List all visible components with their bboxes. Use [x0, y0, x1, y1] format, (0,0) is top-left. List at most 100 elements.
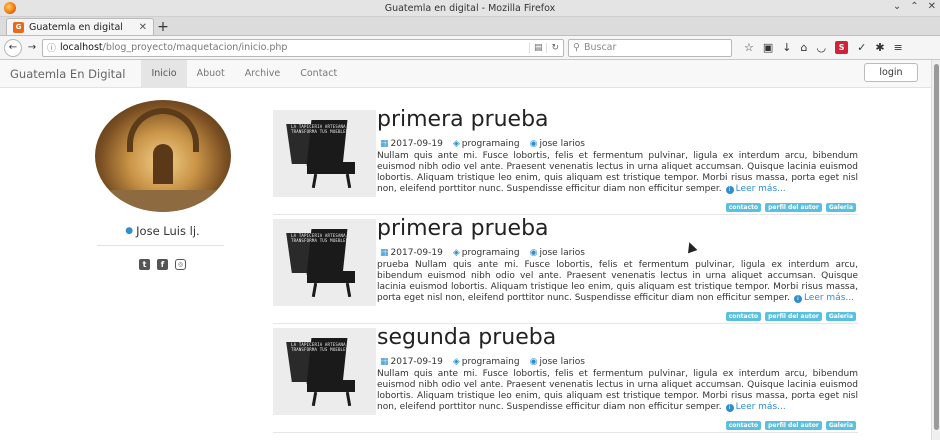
post-list: LA TAPICERIA ARTESANA QUE TRANSFORMA TUS…: [273, 107, 858, 437]
post-author[interactable]: jose larios: [539, 139, 585, 149]
user-circle-icon: ◉: [529, 357, 538, 367]
post-date: 2017-09-19: [390, 139, 443, 149]
nav-toolbar: ← → ⓘ localhost/blog_proyecto/maquetacio…: [0, 36, 940, 60]
menu-item-about[interactable]: Abuot: [187, 60, 235, 88]
tag-galeria[interactable]: Galeria: [825, 203, 856, 212]
post-title[interactable]: primera prueba: [377, 216, 549, 241]
calendar-icon: ▦: [380, 139, 389, 149]
site-brand[interactable]: Guatemla En Digital: [0, 67, 135, 81]
extension-s-icon[interactable]: S: [835, 41, 849, 54]
info-icon: i: [793, 295, 802, 303]
post-item: LA TAPICERIA ARTESANA QUE TRANSFORMA TUS…: [273, 107, 858, 219]
hamburger-menu-icon[interactable]: ≡: [894, 41, 903, 54]
profile-name-text: Jose Luis lj.: [136, 224, 200, 238]
browser-tab[interactable]: G Guatemla en digital ✕: [6, 18, 154, 35]
tag-galeria[interactable]: Galeria: [825, 312, 856, 321]
post-body: prueba Nullam quis ante mi. Fusce lobort…: [377, 260, 858, 303]
url-bar[interactable]: ⓘ localhost/blog_proyecto/maquetacion/in…: [42, 38, 564, 57]
post-separator: [273, 432, 858, 433]
pocket-icon[interactable]: ◡: [816, 41, 826, 54]
forward-button[interactable]: →: [26, 39, 38, 57]
read-more-link[interactable]: i Leer más...: [790, 293, 854, 303]
read-more-link[interactable]: i Leer más...: [722, 402, 786, 412]
download-icon[interactable]: ↓: [782, 41, 791, 54]
post-author[interactable]: jose larios: [539, 248, 585, 258]
info-icon: i: [725, 404, 734, 412]
thumbnail-text: LA TAPICERIA ARTESANA QUE TRANSFORMA TUS…: [291, 233, 357, 243]
page-viewport: Guatemla En Digital Inicio Abuot Archive…: [0, 60, 940, 440]
post-date: 2017-09-19: [390, 248, 443, 258]
post-date: 2017-09-19: [390, 357, 443, 367]
home-icon[interactable]: ⌂: [801, 41, 808, 54]
site-menu: Inicio Abuot Archive Contact: [141, 60, 347, 88]
post-tags: contacto perfil del autor Galeria: [725, 312, 856, 321]
url-path: /blog_proyecto/maquetacion/inicio.php: [102, 42, 288, 53]
facebook-icon[interactable]: f: [157, 259, 168, 270]
search-icon: ⚲: [573, 42, 580, 53]
social-links: t f ◎: [139, 259, 186, 270]
calendar-icon: ▦: [380, 357, 389, 367]
menu-item-inicio[interactable]: Inicio: [141, 60, 187, 88]
reader-view-icon[interactable]: ▤: [528, 42, 542, 53]
post-category[interactable]: programaing: [462, 357, 520, 367]
arrow-left-icon: ←: [8, 42, 18, 53]
reload-icon[interactable]: ↻: [546, 42, 559, 53]
tag-galeria[interactable]: Galeria: [825, 421, 856, 430]
post-thumbnail[interactable]: LA TAPICERIA ARTESANA QUE TRANSFORMA TUS…: [273, 328, 376, 415]
thumbnail-text: LA TAPICERIA ARTESANA QUE TRANSFORMA TUS…: [291, 342, 357, 352]
post-body: Nullam quis ante mi. Fusce lobortis, fel…: [377, 151, 858, 194]
firefox-logo-icon: [4, 2, 16, 14]
menu-item-contact[interactable]: Contact: [290, 60, 347, 88]
user-circle-icon: ◉: [529, 139, 538, 149]
tag-perfil-autor[interactable]: perfil del autor: [765, 312, 822, 321]
tag-perfil-autor[interactable]: perfil del autor: [765, 421, 822, 430]
window-titlebar: Guatemla en digital - Mozilla Firefox ⌄ …: [0, 0, 940, 17]
extension-puzzle-icon[interactable]: ✱: [875, 41, 884, 54]
menu-item-archive[interactable]: Archive: [235, 60, 291, 88]
tag-contacto[interactable]: contacto: [725, 203, 762, 212]
tag-perfil-autor[interactable]: perfil del autor: [765, 203, 822, 212]
post-author[interactable]: jose larios: [539, 357, 585, 367]
tags-icon: ◈: [452, 139, 460, 149]
tag-contacto[interactable]: contacto: [725, 421, 762, 430]
back-button[interactable]: ←: [4, 38, 22, 57]
close-tab-icon[interactable]: ✕: [139, 22, 147, 33]
instagram-icon[interactable]: ◎: [175, 259, 186, 270]
post-meta: ▦ 2017-09-19 ◈ programaing ◉ jose larios: [380, 248, 585, 258]
scrollbar-thumb[interactable]: [934, 64, 939, 430]
user-circle-icon: ◉: [529, 248, 538, 258]
new-tab-button[interactable]: +: [154, 18, 172, 35]
post-item: LA TAPICERIA ARTESANA QUE TRANSFORMA TUS…: [273, 216, 858, 328]
search-input[interactable]: ⚲ Buscar: [568, 38, 732, 57]
read-more-link[interactable]: i Leer más...: [722, 184, 786, 194]
post-title[interactable]: segunda prueba: [377, 325, 556, 350]
post-item: LA TAPICERIA ARTESANA QUE TRANSFORMA TUS…: [273, 325, 858, 437]
post-excerpt: prueba Nullam quis ante mi. Fusce lobort…: [377, 260, 858, 304]
post-title[interactable]: primera prueba: [377, 107, 549, 132]
bookmark-star-icon[interactable]: ☆: [744, 41, 754, 54]
post-separator: [273, 214, 858, 215]
favicon-icon: G: [13, 21, 24, 33]
login-button[interactable]: login: [864, 63, 918, 82]
site-info-icon[interactable]: ⓘ: [47, 41, 56, 54]
maximize-icon[interactable]: ⌃: [910, 1, 918, 12]
post-thumbnail[interactable]: LA TAPICERIA ARTESANA QUE TRANSFORMA TUS…: [273, 110, 376, 197]
clipboard-icon[interactable]: ▣: [763, 41, 773, 54]
profile-name: ● Jose Luis lj.: [95, 224, 230, 238]
tag-contacto[interactable]: contacto: [725, 312, 762, 321]
close-window-icon[interactable]: ✕: [928, 1, 936, 12]
post-category[interactable]: programaing: [462, 139, 520, 149]
post-tags: contacto perfil del autor Galeria: [725, 203, 856, 212]
window-title: Guatemla en digital - Mozilla Firefox: [384, 2, 556, 14]
calendar-icon: ▦: [380, 248, 389, 258]
read-more-label: Leer más...: [735, 184, 786, 194]
twitter-icon[interactable]: t: [139, 259, 150, 270]
post-category[interactable]: programaing: [462, 248, 520, 258]
page-scrollbar[interactable]: [931, 60, 940, 440]
site-navbar: Guatemla En Digital Inicio Abuot Archive…: [0, 60, 931, 88]
minimize-icon[interactable]: ⌄: [893, 1, 901, 12]
extension-check-icon[interactable]: ✓: [857, 41, 866, 54]
url-host: localhost: [60, 42, 103, 53]
post-thumbnail[interactable]: LA TAPICERIA ARTESANA QUE TRANSFORMA TUS…: [273, 219, 376, 306]
tags-icon: ◈: [452, 248, 460, 258]
